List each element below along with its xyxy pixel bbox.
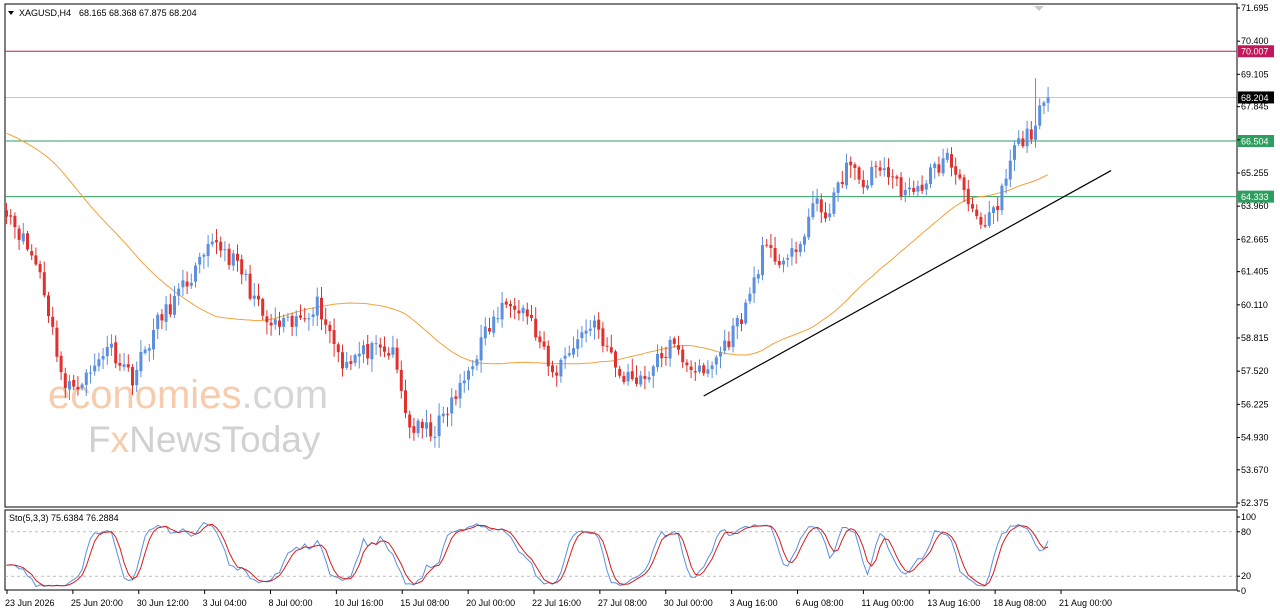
price-axis: 71.695 70.400 69.105 67.845 65.255 63.960 62.6… [1237, 3, 1269, 508]
time-tick-label: 25 Jun 20:00 [71, 598, 123, 608]
time-tick-label: 20 Jul 00:00 [466, 598, 515, 608]
stochastic-tick-label: 20 [1241, 571, 1251, 581]
price-tick-label: 67.845 [1241, 102, 1269, 112]
time-tick-label: 23 Jun 2026 [5, 598, 55, 608]
time-axis: 23 Jun 2026 25 Jun 20:00 30 Jun 12:00 3 Jul… [5, 590, 1112, 608]
time-tick-label: 8 Jul 00:00 [269, 598, 313, 608]
time-tick-label: 11 Aug 00:00 [861, 598, 913, 608]
candle [744, 299, 748, 326]
time-tick-label: 3 Aug 16:00 [730, 598, 778, 608]
watermark-economies: economies [48, 373, 241, 417]
time-tick-label: 13 Aug 16:00 [927, 598, 980, 608]
stochastic-label: Sto(5,3,3) 75.6384 76.2884 [9, 513, 119, 523]
price-tick-label: 71.695 [1241, 3, 1269, 13]
stochastic-tick-label: 0 [1241, 586, 1246, 596]
price-tick-label: 58.815 [1241, 333, 1269, 343]
candle [26, 230, 29, 252]
ohlc-readout: 68.165 68.368 67.875 68.204 [79, 8, 197, 18]
price-tick-label: 54.930 [1241, 433, 1269, 443]
time-tick-label: 10 Jul 16:00 [334, 598, 383, 608]
price-tick-label: 53.670 [1241, 465, 1269, 475]
price-tick-label: 70.400 [1241, 36, 1269, 46]
price-tick-label: 56.225 [1241, 399, 1269, 409]
price-tick-label: 61.405 [1241, 267, 1269, 277]
chart: economies.com FxNewsToday 70.00766.50464… [4, 3, 1274, 608]
price-tick-label: 52.375 [1241, 498, 1269, 508]
svg-text:FxNewsToday: FxNewsToday [88, 419, 321, 460]
time-tick-label: 15 Jul 08:00 [400, 598, 449, 608]
price-tick-label: 65.255 [1241, 168, 1269, 178]
stochastic-panel [4, 509, 1238, 591]
time-tick-label: 3 Jul 04:00 [203, 598, 247, 608]
price-tick-label: 69.105 [1241, 69, 1269, 79]
level-label-66.504: 66.504 [1241, 136, 1269, 146]
watermark: economies.com FxNewsToday [48, 373, 328, 460]
price-tick-label: 62.665 [1241, 234, 1269, 244]
price-tick-label: 63.960 [1241, 201, 1269, 211]
price-tick-label: 60.110 [1241, 300, 1268, 310]
watermark-f: F [88, 419, 111, 460]
time-tick-label: 30 Jul 00:00 [664, 598, 713, 608]
watermark-newstoday: NewsToday [129, 419, 321, 460]
time-tick-label: 27 Jul 08:00 [598, 598, 647, 608]
time-tick-label: 6 Aug 08:00 [796, 598, 844, 608]
time-tick-label: 21 Aug 00:00 [1059, 598, 1112, 608]
stochastic-axis: 100 80 20 0 [1237, 512, 1256, 596]
watermark-x: x [111, 419, 130, 460]
watermark-com: .com [241, 373, 328, 417]
price-tick-label: 57.520 [1241, 366, 1269, 376]
symbol-label: XAGUSD,H4 [19, 8, 71, 18]
stochastic-tick-label: 100 [1241, 512, 1256, 522]
stochastic-tick-label: 80 [1241, 527, 1251, 537]
level-label-70.007: 70.007 [1241, 47, 1269, 57]
time-tick-label: 18 Aug 08:00 [993, 598, 1046, 608]
time-tick-label: 30 Jun 12:00 [137, 598, 189, 608]
time-tick-label: 22 Jul 16:00 [532, 598, 581, 608]
